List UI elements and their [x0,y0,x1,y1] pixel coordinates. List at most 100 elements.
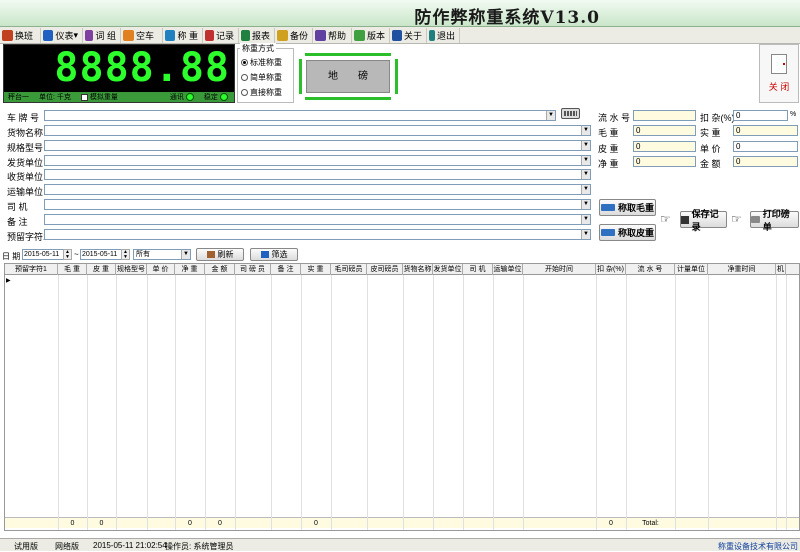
gross-label: 毛 重 [598,128,619,138]
form-combo[interactable]: ▼ [44,229,591,240]
toolbar-button-1[interactable]: 仪表 ▾ [41,27,83,43]
grid-column-header[interactable]: 扣 杂(%) [596,264,626,275]
mode-standard-radio[interactable]: 标准称重 [241,57,282,68]
help-icon [315,29,326,41]
toolbar-button-2[interactable]: 词 组 [83,27,121,43]
chevron-down-icon: ▼ [581,170,590,179]
refresh-button[interactable]: 刷新 [196,248,244,261]
toolbar-button-0[interactable]: 换班 [0,27,41,43]
toolbar-button-6[interactable]: 报表 [239,27,275,43]
toolbar-label: 退出 [436,30,455,41]
grid-column-header[interactable]: 司 磅 员 [235,264,271,275]
toolbar-button-11[interactable]: 退出 [427,27,460,43]
phrase-icon [85,29,94,41]
grid-column-header[interactable]: 司 机 [463,264,493,275]
grid-column-line [301,275,302,530]
grid-column-header[interactable]: 开始时间 [523,264,596,275]
gross-field[interactable]: 0 [633,125,696,136]
grid-column-line [58,275,59,530]
print-ticket-button[interactable]: 打印磅单 [750,209,799,232]
grid-column-header[interactable]: 预留字符1 [5,264,58,275]
weight-readout: 8888.88 [54,45,230,91]
sensor-bar [305,97,391,100]
price-field[interactable]: 0 [733,141,798,152]
truck-icon [600,229,615,236]
grid-column-line [675,275,676,530]
form-combo[interactable]: ▼ [44,199,591,210]
net-real-field[interactable]: 0 [733,125,798,136]
range-select[interactable]: 所有 ▼ [133,249,191,260]
grid-column-header[interactable]: 金 额 [205,264,235,275]
grid-column-header[interactable]: 单 价 [147,264,175,275]
save-record-button[interactable]: 保存记录 [680,209,727,232]
deduct-suffix: % [790,111,797,118]
grid-column-header[interactable]: 机 [776,264,786,275]
amount-field[interactable]: 0 [733,156,798,167]
tare-field[interactable]: 0 [633,141,696,152]
chevron-down-icon: ▼ [581,185,590,194]
toolbar-button-5[interactable]: 记录 [203,27,239,43]
chevron-down-icon: ▼ [581,200,590,209]
chevron-down-icon: ▼ [581,126,590,135]
toolbar-label: 关于 [403,30,422,41]
grid-column-header[interactable]: 皮司磅员 [367,264,403,275]
weigh-gross-button[interactable]: 称取毛重 [599,199,656,216]
form-combo[interactable]: ▼ [44,110,556,121]
toolbar-label: 备份 [289,30,308,41]
backup-icon [277,29,288,41]
filter-button[interactable]: 筛选 [250,248,298,261]
grid-column-header[interactable]: 发货单位 [433,264,463,275]
grid-column-header[interactable]: 运输单位 [493,264,523,275]
grid-column-line [493,275,494,530]
grid-column-header[interactable]: 规格型号 [116,264,147,275]
toolbar-button-3[interactable]: 空车 [121,27,163,43]
mode-title: 称重方式 [240,43,276,54]
net-field[interactable]: 0 [633,156,696,167]
toolbar-label: 帮助 [328,30,347,41]
form-combo[interactable]: ▼ [44,169,591,180]
grid-column-header[interactable]: 皮 重 [87,264,116,275]
stable-led-icon [219,93,228,101]
date-to-spin-icon[interactable]: ▲ ▼ [121,249,130,260]
close-button[interactable]: 关 闭 [759,44,799,103]
record-icon [205,29,214,41]
toolbar-button-7[interactable]: 备份 [275,27,313,43]
form-combo[interactable]: ▼ [44,214,591,225]
deduct-field[interactable]: 0 [733,110,788,121]
grid-column-header[interactable]: 流 水 号 [626,264,675,275]
toolbar-button-9[interactable]: 版本 [352,27,390,43]
form-combo[interactable]: ▼ [44,140,591,151]
form-combo[interactable]: ▼ [44,184,591,195]
toolbar-button-4[interactable]: 称 重 [163,27,203,43]
title-bar: 防作弊称重系统V13.0 [0,0,800,28]
serial-field[interactable] [633,110,696,121]
grid-column-header[interactable]: 计量单位 [675,264,708,275]
grid-column-header[interactable]: 货物名称 [403,264,433,275]
form-label: 司 机 [7,202,28,212]
deduct-label: 扣 杂(%) [700,113,735,123]
mode-simple-radio[interactable]: 简单称重 [241,72,282,83]
toolbar-button-8[interactable]: 帮助 [313,27,352,43]
trial-label: 试用版 [14,542,38,551]
form-combo[interactable]: ▼ [44,125,591,136]
form-label: 运输单位 [7,187,44,197]
grid-column-header[interactable]: 净重时间 [708,264,776,275]
keyboard-icon[interactable] [561,108,580,119]
form-label: 备 注 [7,217,28,227]
toolbar-button-10[interactable]: 关于 [390,27,427,43]
weigh-tare-button[interactable]: 称取皮重 [599,224,656,241]
records-grid[interactable]: 预留字符1 毛 重皮 重规格型号单 价净 重金 额司 磅 员备 注实 重毛司磅员皮… [4,263,800,531]
mode-direct-radio[interactable]: 直接称重 [241,87,282,98]
door-icon [771,54,787,74]
platform-label: 秤台一 [8,94,29,101]
network-label: 网络版 [55,542,79,551]
grid-column-header[interactable]: 毛 重 [58,264,87,275]
version-icon [354,29,365,41]
grid-column-header[interactable]: 实 重 [301,264,331,275]
grid-column-header[interactable]: 净 重 [175,264,205,275]
form-combo[interactable]: ▼ [44,155,591,166]
grid-column-header[interactable]: 备 注 [271,264,301,275]
simulate-checkbox[interactable]: 模拟重量 [80,92,118,102]
date-from-spin-icon[interactable]: ▲ ▼ [63,249,72,260]
grid-column-header[interactable]: 毛司磅员 [331,264,367,275]
